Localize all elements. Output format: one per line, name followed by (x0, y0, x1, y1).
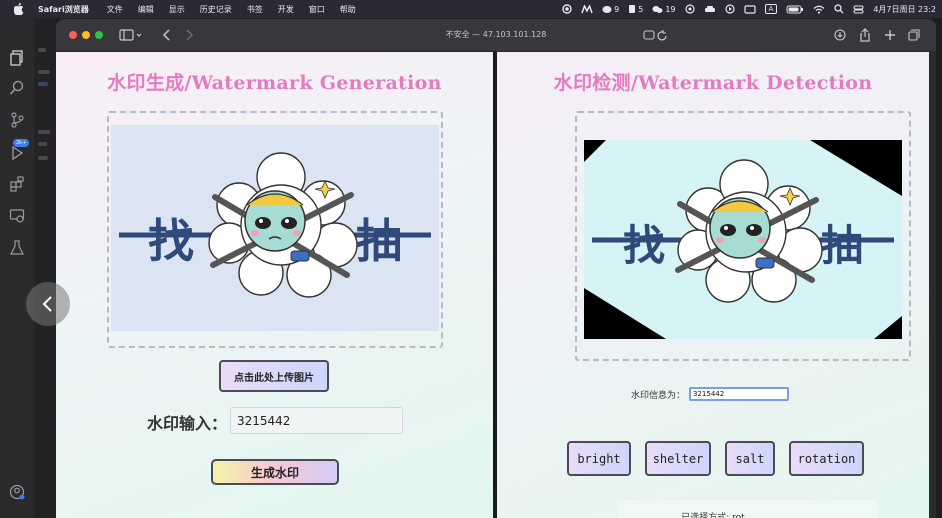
source-control-icon[interactable] (9, 112, 25, 128)
menu-bookmarks[interactable]: 书签 (247, 4, 263, 15)
menu-file[interactable]: 文件 (107, 4, 123, 15)
attacked-image: 找 抽 (584, 140, 902, 339)
chat-count: 19 (665, 4, 676, 14)
watermark-input-label: 水印输入： (147, 414, 228, 433)
wifi-icon[interactable] (813, 5, 825, 14)
display-icon[interactable] (743, 4, 756, 14)
menu-window[interactable]: 窗口 (309, 4, 325, 15)
plus-icon (885, 30, 895, 40)
image-text-left: 找 (148, 214, 194, 268)
url-text: 不安全 — 47.103.101.128 (445, 30, 547, 39)
new-tab-button[interactable] (882, 27, 898, 43)
input-method-indicator[interactable]: A (764, 4, 778, 14)
tree-stub (38, 130, 50, 134)
testing-flask-icon[interactable] (9, 240, 25, 256)
carousel-prev-button[interactable] (26, 282, 70, 326)
browser-toolbar: 不安全 — 47.103.101.128 (56, 19, 936, 52)
editor-side-strip: 2k+ (0, 18, 56, 518)
selected-method-text: 已选择方式: rot (681, 513, 745, 518)
watermark-info-label: 水印信息为： (631, 390, 686, 401)
input-method-label: A (764, 4, 778, 14)
battery-icon[interactable] (786, 5, 804, 14)
remote-explorer-icon[interactable] (9, 208, 25, 224)
image-text-left: 找 (623, 221, 665, 270)
chat-status[interactable]: 19 (652, 4, 676, 14)
generation-panel: 水印生成/Watermark Generation 找 抽 点击此处上传图片 水… (56, 52, 493, 518)
run-debug-icon[interactable] (9, 145, 25, 161)
page-tools[interactable] (641, 27, 671, 43)
badge-count: 5 (638, 4, 644, 14)
detection-dropzone[interactable]: 找 抽 (575, 111, 911, 361)
tab-overview-button[interactable] (906, 27, 922, 43)
menu-edit[interactable]: 编辑 (138, 4, 154, 15)
watermark-info-field[interactable]: 3215442 (689, 387, 790, 401)
share-button[interactable] (857, 27, 873, 43)
detection-panel: 水印检测/Watermark Detection 找 抽 水印信息为： 3215… (497, 52, 929, 518)
reload-icon (643, 30, 667, 41)
upload-dropzone[interactable]: 找 抽 (107, 111, 443, 348)
image-text-right: 抽 (356, 214, 402, 268)
watermark-info-value: 3215442 (693, 390, 725, 398)
menu-safari[interactable]: Safari浏览器 (38, 4, 89, 15)
wechat-count: 9 (614, 4, 620, 14)
search-icon[interactable] (9, 80, 25, 96)
download-icon (834, 29, 846, 41)
rotated-mascot-illustration: 找 抽 (584, 140, 902, 339)
record-icon[interactable] (562, 4, 572, 14)
mascot-illustration: 找 抽 (119, 152, 431, 298)
clock[interactable]: 4月7日周日 23:2 (873, 4, 936, 15)
attack-salt-button[interactable]: salt (725, 441, 775, 476)
tree-stub (38, 156, 48, 160)
watermark-info-row: 水印信息为： 3215442 (631, 387, 790, 401)
play-icon[interactable] (724, 4, 735, 14)
tree-stub (38, 142, 47, 146)
menu-history[interactable]: 历史记录 (200, 4, 232, 15)
tree-stub (38, 70, 50, 74)
tabs-icon (908, 29, 920, 41)
watermark-input-value: 3215442 (237, 413, 291, 428)
tree-stub (38, 82, 48, 86)
app-m-icon[interactable] (581, 4, 593, 14)
menu-view[interactable]: 显示 (169, 4, 185, 15)
address-bar[interactable]: 不安全 — 47.103.101.128 (56, 29, 936, 40)
account-icon[interactable] (9, 484, 25, 500)
screen-record-icon[interactable] (684, 4, 695, 14)
menu-help[interactable]: 帮助 (340, 4, 356, 15)
browser-window: 不安全 — 47.103.101.128 水印生成/Watermark Gene… (56, 19, 936, 518)
tree-stub (38, 48, 46, 52)
badge-status[interactable]: 5 (628, 4, 643, 14)
apple-icon[interactable] (14, 2, 28, 16)
image-text-right: 抽 (821, 221, 863, 270)
extensions-icon[interactable] (9, 176, 25, 192)
share-icon (860, 28, 870, 42)
activity-bar: 2k+ (0, 18, 34, 518)
window-edge (929, 51, 936, 518)
control-center-icon[interactable] (853, 5, 864, 14)
attack-bright-button[interactable]: bright (567, 441, 631, 476)
menu-develop[interactable]: 开发 (278, 4, 294, 15)
detection-title: 水印检测/Watermark Detection (553, 72, 873, 94)
attack-rotation-button[interactable]: rotation (789, 441, 864, 476)
status-area: 9 5 19 A 4月7日周日 23:2 (562, 0, 936, 18)
wechat-status[interactable]: 9 (602, 5, 619, 14)
car-icon[interactable] (704, 5, 716, 14)
downloads-button[interactable] (832, 27, 848, 43)
watermark-input[interactable]: 3215442 (230, 407, 403, 434)
generate-watermark-button[interactable]: 生成水印 (211, 459, 339, 485)
attack-shelter-button[interactable]: shelter (645, 441, 711, 476)
menu-bar: Safari浏览器 文件 编辑 显示 历史记录 书签 开发 窗口 帮助 9 5 … (0, 0, 942, 18)
chevron-left-icon (42, 296, 52, 312)
generation-title: 水印生成/Watermark Generation (107, 72, 442, 94)
uploaded-image: 找 抽 (111, 125, 439, 331)
spotlight-search-icon[interactable] (834, 4, 844, 14)
upload-image-button[interactable]: 点击此处上传图片 (219, 360, 329, 392)
explorer-icon[interactable] (9, 50, 25, 66)
